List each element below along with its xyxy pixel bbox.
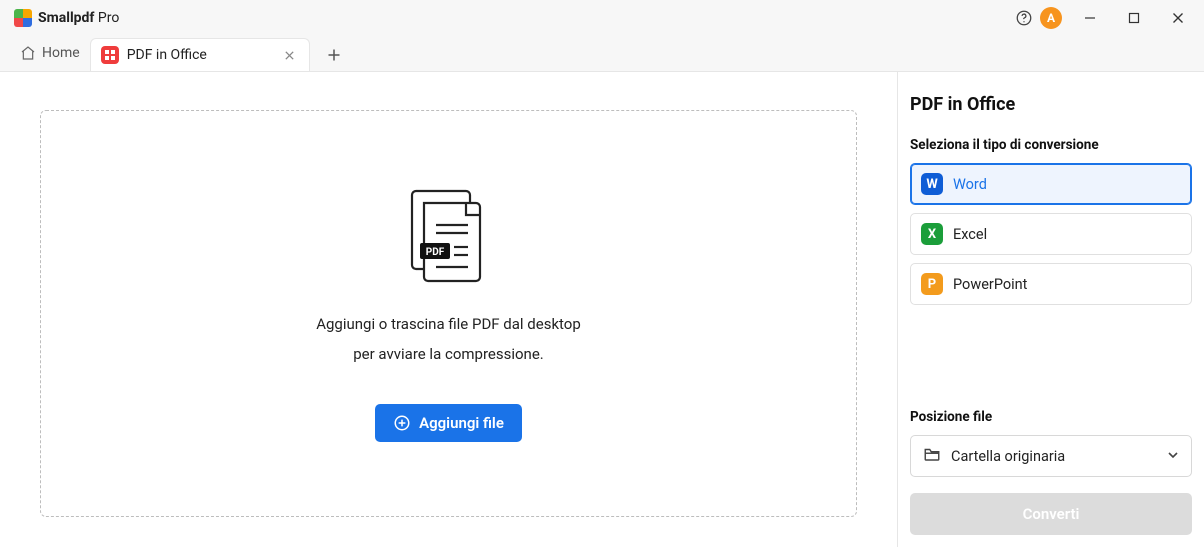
dropzone-text-2: per avviare la compressione.	[353, 343, 543, 366]
body: PDF Aggiungi o trascina file PDF dal des…	[0, 72, 1204, 547]
main-area: PDF Aggiungi o trascina file PDF dal des…	[0, 72, 897, 547]
chevron-down-icon	[1167, 448, 1179, 465]
option-excel[interactable]: X Excel	[910, 213, 1192, 255]
side-bottom: Posizione file Cartella originaria Conve…	[910, 409, 1192, 535]
pdf-office-tab-icon	[101, 46, 119, 64]
plus-circle-icon	[393, 414, 411, 432]
file-position-label: Posizione file	[910, 409, 1192, 425]
title-bar: Smallpdf Pro A	[0, 0, 1204, 36]
side-panel: PDF in Office Seleziona il tipo di conve…	[897, 72, 1204, 547]
tab-close-button[interactable]	[281, 46, 299, 64]
add-file-button[interactable]: Aggiungi file	[375, 404, 522, 442]
window-maximize-button[interactable]	[1112, 0, 1156, 36]
user-avatar[interactable]: A	[1040, 7, 1062, 29]
new-tab-button[interactable]	[318, 41, 350, 69]
app-title: Smallpdf Pro	[38, 10, 119, 26]
side-title: PDF in Office	[910, 94, 1192, 115]
option-powerpoint[interactable]: P PowerPoint	[910, 263, 1192, 305]
pdf-stack-icon: PDF	[404, 185, 494, 289]
home-tab-label: Home	[42, 45, 80, 61]
convert-button[interactable]: Converti	[910, 493, 1192, 535]
powerpoint-icon: P	[921, 273, 943, 295]
file-position-value: Cartella originaria	[951, 448, 1065, 465]
home-tab[interactable]: Home	[10, 39, 90, 67]
word-icon: W	[921, 173, 943, 195]
add-file-label: Aggiungi file	[419, 414, 504, 432]
svg-text:PDF: PDF	[425, 247, 444, 258]
avatar-letter: A	[1047, 11, 1055, 25]
option-excel-label: Excel	[953, 226, 987, 243]
tab-pdf-in-office[interactable]: PDF in Office	[90, 38, 310, 71]
option-powerpoint-label: PowerPoint	[953, 276, 1027, 293]
window-minimize-button[interactable]	[1068, 0, 1112, 36]
help-icon[interactable]	[1010, 9, 1038, 27]
folder-icon	[923, 446, 941, 466]
dropzone-text-1: Aggiungi o trascina file PDF dal desktop	[316, 313, 581, 336]
title-left: Smallpdf Pro	[14, 9, 119, 27]
window-close-button[interactable]	[1156, 0, 1200, 36]
excel-icon: X	[921, 223, 943, 245]
app-title-strong: Smallpdf	[38, 10, 94, 26]
title-right: A	[1008, 0, 1200, 36]
home-icon	[20, 45, 36, 61]
app-title-suffix: Pro	[94, 10, 119, 26]
file-position-select[interactable]: Cartella originaria	[910, 435, 1192, 477]
app-logo-icon	[14, 9, 32, 27]
convert-label: Converti	[1023, 505, 1080, 523]
tab-strip: Home PDF in Office	[0, 36, 1204, 72]
dropzone[interactable]: PDF Aggiungi o trascina file PDF dal des…	[40, 110, 857, 517]
tab-label: PDF in Office	[127, 47, 207, 63]
conversion-type-label: Seleziona il tipo di conversione	[910, 137, 1192, 153]
option-word-label: Word	[953, 176, 987, 193]
option-word[interactable]: W Word	[910, 163, 1192, 205]
